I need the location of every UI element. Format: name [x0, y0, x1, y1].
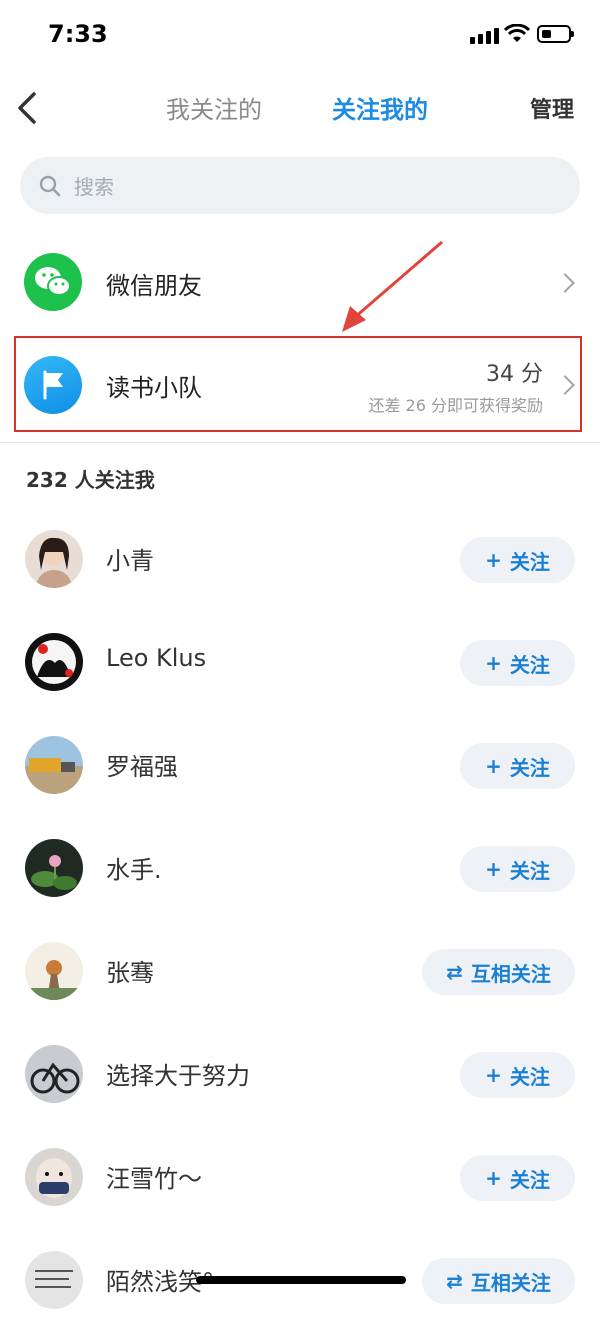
avatar[interactable]: [25, 736, 83, 794]
status-time: 7:33: [48, 20, 108, 48]
section-divider: [0, 442, 600, 443]
wifi-icon: [504, 24, 530, 42]
avatar[interactable]: [25, 1045, 83, 1103]
battery-icon: [537, 25, 574, 43]
list-item[interactable]: Leo Klus + 关注: [0, 613, 600, 716]
back-arrow-icon[interactable]: [12, 88, 48, 128]
follow-button[interactable]: + 关注: [460, 1155, 575, 1201]
team-reward-hint: 还差 26 分即可获得奖励: [368, 396, 543, 415]
avatar[interactable]: [25, 530, 83, 588]
search-icon: [39, 175, 61, 197]
avatar[interactable]: [25, 942, 83, 1000]
follower-name: 小青: [106, 547, 154, 575]
avatar[interactable]: [25, 633, 83, 691]
wechat-friends-row[interactable]: 微信朋友: [0, 238, 600, 328]
list-item[interactable]: 罗福强 + 关注: [0, 716, 600, 819]
follow-button[interactable]: + 关注: [460, 640, 575, 686]
follow-button[interactable]: + 关注: [460, 1052, 575, 1098]
follower-name: 张骞: [106, 959, 154, 987]
follower-name: 水手.: [106, 856, 162, 884]
home-indicator[interactable]: [196, 1276, 406, 1284]
wechat-friends-label: 微信朋友: [106, 272, 202, 300]
mutual-follow-button[interactable]: ⇄ 互相关注: [422, 949, 575, 995]
follower-name: 汪雪竹～: [106, 1165, 202, 1193]
status-bar: 7:33: [0, 0, 600, 72]
tab-following[interactable]: 我关注的: [166, 90, 262, 125]
follower-name: 罗福强: [106, 753, 178, 781]
flag-icon: [24, 356, 82, 414]
avatar[interactable]: [25, 839, 83, 897]
list-item[interactable]: 张骞 ⇄ 互相关注: [0, 922, 600, 1025]
list-item[interactable]: 选择大于努力 + 关注: [0, 1025, 600, 1128]
reading-team-label: 读书小队: [106, 374, 202, 402]
list-item[interactable]: 汪雪竹～ + 关注: [0, 1128, 600, 1231]
avatar[interactable]: [25, 1148, 83, 1206]
team-score: 34 分: [486, 362, 543, 387]
chevron-right-icon: [555, 375, 575, 395]
cellular-signal-icon: [470, 28, 499, 44]
search-placeholder: 搜索: [74, 175, 114, 199]
follower-name: Leo Klus: [106, 644, 207, 672]
followers-count: 232 人关注我: [26, 468, 155, 492]
tab-followers[interactable]: 关注我的: [332, 90, 428, 125]
wechat-icon: [24, 253, 82, 311]
mutual-follow-button[interactable]: ⇄ 互相关注: [422, 1258, 575, 1304]
top-nav: 我关注的 关注我的 管理: [0, 72, 600, 142]
follow-button[interactable]: + 关注: [460, 743, 575, 789]
follower-name: 选择大于努力: [106, 1062, 250, 1090]
list-item[interactable]: 小青 + 关注: [0, 510, 600, 613]
annotation-arrow: [342, 240, 443, 332]
avatar[interactable]: [25, 1251, 83, 1309]
chevron-right-icon: [555, 273, 575, 293]
manage-button[interactable]: 管理: [530, 92, 574, 124]
list-item[interactable]: 水手. + 关注: [0, 819, 600, 922]
follow-button[interactable]: + 关注: [460, 846, 575, 892]
search-input[interactable]: 搜索: [20, 157, 580, 214]
follow-button[interactable]: + 关注: [460, 537, 575, 583]
